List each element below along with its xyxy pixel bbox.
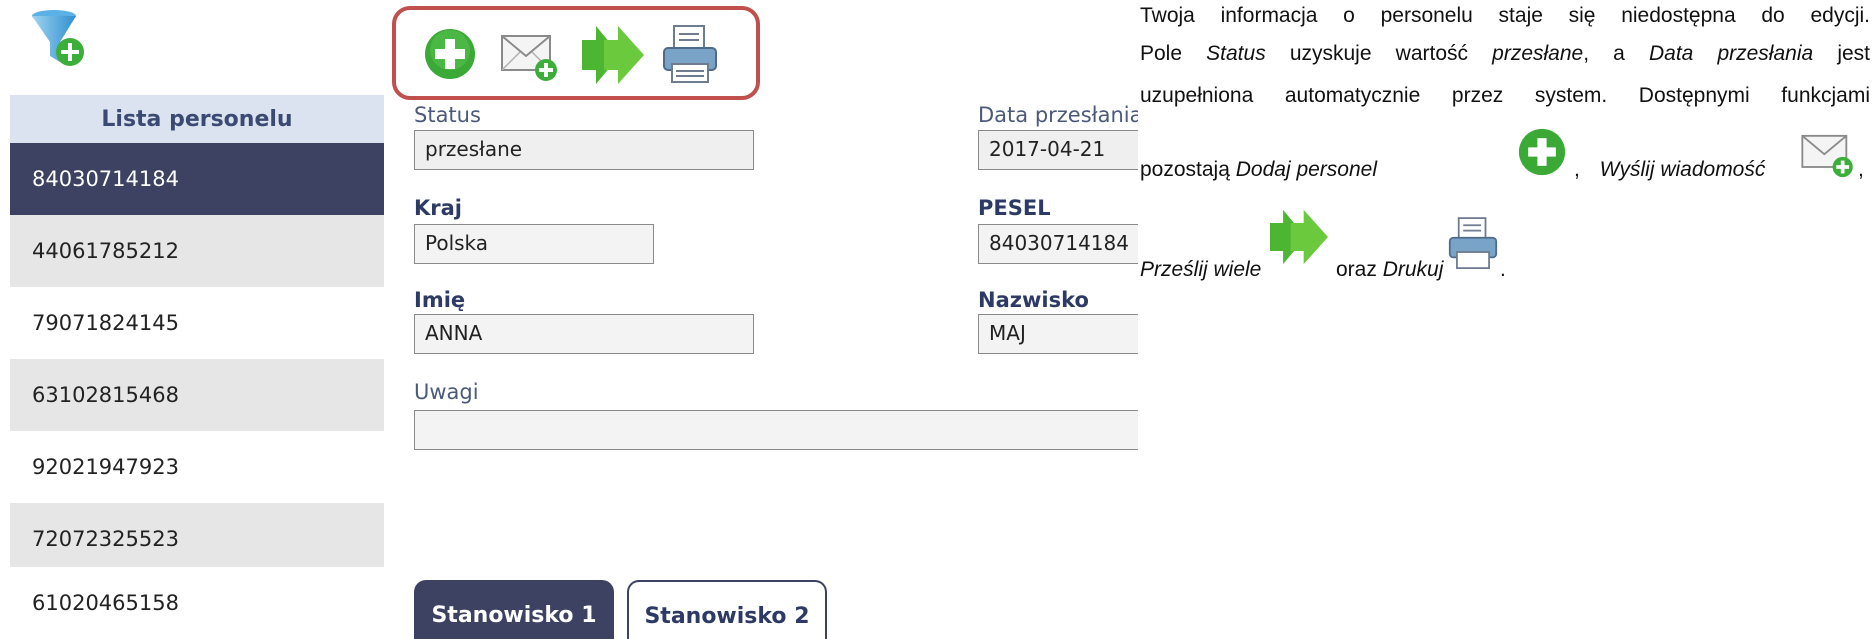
staff-list-item-label: 63102815468 <box>32 383 179 407</box>
staff-list-item-label: 79071824145 <box>32 311 179 335</box>
desc-line-3: uzupełniona automatycznie przez system. … <box>1140 84 1870 107</box>
tab-position-2[interactable]: Stanowisko 2 <box>627 580 827 639</box>
first-name-label: Imię <box>414 288 466 312</box>
filter-add-icon[interactable] <box>30 8 90 70</box>
staff-list-header: Lista personelu <box>10 95 384 143</box>
country-label: Kraj <box>414 196 462 220</box>
notes-field[interactable] <box>414 410 1138 450</box>
status-label: Status <box>414 103 481 127</box>
send-message-icon <box>1801 134 1853 178</box>
desc-line-5a: Prześlij wiele <box>1140 258 1262 281</box>
pesel-label: PESEL <box>978 196 1051 220</box>
notes-label: Uwagi <box>414 380 479 404</box>
staff-list-item-label: 72072325523 <box>32 527 179 551</box>
desc-period: . <box>1500 258 1506 281</box>
staff-list-item[interactable]: 92021947923 <box>10 431 384 503</box>
tab-label: Stanowisko 2 <box>644 603 810 629</box>
printer-icon <box>1448 217 1498 269</box>
desc-comma: , <box>1858 158 1864 181</box>
surname-label: Nazwisko <box>978 288 1089 312</box>
status-field: przesłane <box>414 130 754 170</box>
sent-date-label: Data przesłania <box>978 103 1138 127</box>
staff-list-item-label: 61020465158 <box>32 591 179 615</box>
staff-list-item[interactable]: 79071824145 <box>10 287 384 359</box>
staff-list-item[interactable]: 63102815468 <box>10 359 384 431</box>
send-multiple-icon <box>1270 209 1328 265</box>
staff-list-item[interactable]: 72072325523 <box>10 503 384 575</box>
staff-list-item-label: 92021947923 <box>32 455 179 479</box>
desc-line-4b: , Wyślij wiadomość <box>1574 158 1766 181</box>
desc-line-1: Twoja informacja o personelu staje się n… <box>1140 4 1870 27</box>
desc-line-2: Pole Status uzyskuje wartość przesłane, … <box>1140 42 1870 65</box>
surname-field[interactable]: MAJ <box>978 314 1138 354</box>
staff-list-item[interactable]: 44061785212 <box>10 215 384 287</box>
country-field[interactable]: Polska <box>414 224 654 264</box>
desc-line-5b: oraz Drukuj <box>1336 258 1444 281</box>
add-staff-icon <box>1518 128 1566 176</box>
staff-list-item[interactable]: 61020465158 <box>10 567 384 639</box>
first-name-field[interactable]: ANNA <box>414 314 754 354</box>
desc-line-4: pozostają Dodaj personel <box>1140 158 1377 181</box>
tab-label: Stanowisko 1 <box>431 602 597 628</box>
sent-date-field: 2017-04-21 <box>978 130 1138 170</box>
staff-list-item-label: 84030714184 <box>32 167 179 191</box>
tab-position-1[interactable]: Stanowisko 1 <box>414 580 614 639</box>
staff-list-item-label: 44061785212 <box>32 239 179 263</box>
pesel-field[interactable]: 84030714184 <box>978 224 1138 264</box>
staff-form: Status przesłane Data przesłania 2017-04… <box>392 0 1138 639</box>
staff-list-item[interactable]: 84030714184 <box>10 143 384 215</box>
